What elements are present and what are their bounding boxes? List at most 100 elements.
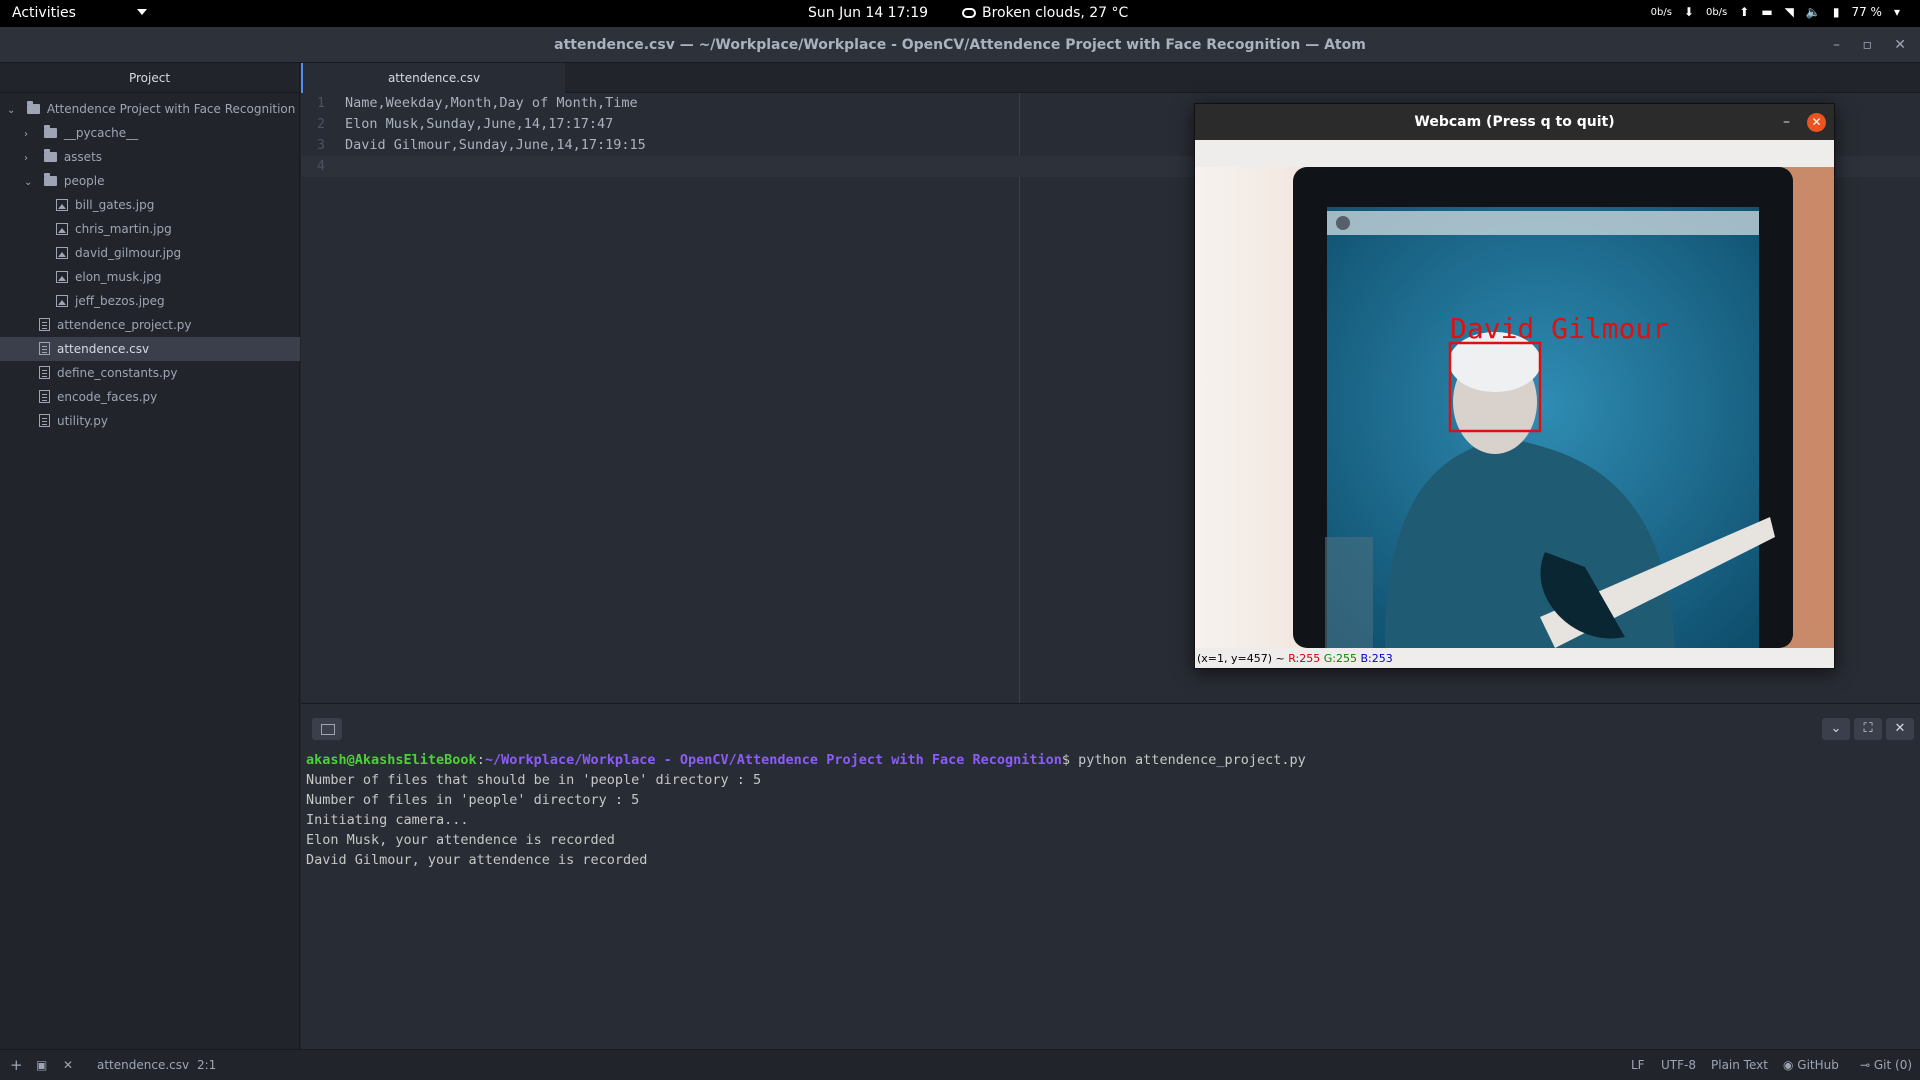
tree-item-label: people xyxy=(63,174,105,188)
prompt-colon: : xyxy=(476,752,485,768)
terminal-line: Number of files in 'people' directory : … xyxy=(306,792,640,808)
tab-bar: attendence.csv xyxy=(301,63,1920,93)
activities-button[interactable]: Activities xyxy=(12,5,76,21)
git-button[interactable]: ⊸ Git (0) xyxy=(1860,1050,1912,1080)
terminal-panel[interactable]: ⌄ ⛶ ✕ akash@AkashsEliteBook:~/Workplace/… xyxy=(301,703,1920,1049)
github-button[interactable]: ◉ GitHub xyxy=(1783,1050,1839,1080)
tree-item-david-gilmour[interactable]: david_gilmour.jpg xyxy=(0,241,300,265)
battery-icon[interactable]: ▮ xyxy=(1833,5,1840,19)
status-cursor-position[interactable]: 2:1 xyxy=(197,1050,216,1080)
pixel-green: G:255 xyxy=(1323,652,1357,665)
net-down-speed: 0b/s xyxy=(1650,6,1672,18)
pixel-position: (x=1, y=457) ~ xyxy=(1197,652,1285,665)
weather-label: Broken clouds, 27 °C xyxy=(982,5,1129,21)
line-number: 2 xyxy=(316,116,325,132)
webcam-image: David Gilmour xyxy=(1195,167,1834,648)
line-text: Name,Weekday,Month,Day of Month,Time xyxy=(345,95,638,111)
close-icon[interactable]: ✕ xyxy=(1894,27,1906,63)
terminal-output[interactable]: akash@AkashsEliteBook:~/Workplace/Workpl… xyxy=(306,750,1306,870)
terminal-prompt-line: akash@AkashsEliteBook:~/Workplace/Workpl… xyxy=(306,750,1306,770)
status-circle xyxy=(1336,216,1350,230)
tree-root-label: Attendence Project with Face Recognition xyxy=(46,102,296,116)
window-title: attendence.csv — ~/Workplace/Workplace -… xyxy=(554,37,1366,53)
tree-item-label: utility.py xyxy=(57,414,108,428)
webcam-toolbar xyxy=(1195,140,1834,167)
net-up-speed: 0b/s xyxy=(1705,6,1728,18)
image-file-icon xyxy=(56,199,68,211)
status-line-ending[interactable]: LF xyxy=(1631,1050,1645,1080)
volume-icon[interactable]: 🔈 xyxy=(1806,5,1821,19)
terminal-icon[interactable]: ▣ xyxy=(36,1050,47,1080)
tree-item-bill-gates[interactable]: bill_gates.jpg xyxy=(0,193,300,217)
minimize-icon[interactable]: – xyxy=(1783,104,1790,140)
text-file-icon xyxy=(39,390,50,403)
webcam-status-bar: (x=1, y=457) ~ R:255 G:255 B:253 xyxy=(1197,650,1393,668)
phone-status-bar xyxy=(1327,211,1759,235)
indicator-icon[interactable]: ▬ xyxy=(1761,5,1772,19)
wrap-guide xyxy=(1019,93,1020,703)
tree-item-attendence-project-py[interactable]: attendence_project.py xyxy=(0,313,300,337)
download-arrow-icon: ⬇ xyxy=(1683,5,1694,19)
system-menu-caret-icon[interactable]: ▾ xyxy=(1894,5,1900,19)
wifi-icon[interactable]: ◥ xyxy=(1785,5,1794,19)
webcam-title-bar[interactable]: Webcam (Press q to quit) – ✕ xyxy=(1195,104,1834,140)
terminal-toolbar: ⌄ ⛶ ✕ xyxy=(301,704,1920,750)
status-encoding[interactable]: UTF-8 xyxy=(1661,1050,1696,1080)
webcam-window[interactable]: Webcam (Press q to quit) – ✕ David Gilmo… xyxy=(1194,103,1835,669)
chevron-down-icon: ⌄ xyxy=(7,105,16,116)
maximize-icon[interactable]: ▫ xyxy=(1863,27,1873,63)
tree-item-people[interactable]: ⌄ people xyxy=(0,169,300,193)
text-file-icon xyxy=(39,342,50,355)
tree-item-label: chris_martin.jpg xyxy=(75,222,172,236)
status-file-name[interactable]: attendence.csv xyxy=(97,1050,189,1080)
system-tray[interactable]: 0b/s ⬇ 0b/s ⬆ ▬ ◥ 🔈 ▮ 77 % ▾ xyxy=(1651,5,1900,19)
tree-item-label: attendence.csv xyxy=(57,342,150,356)
tree-item-encode-faces[interactable]: encode_faces.py xyxy=(0,385,300,409)
pixel-blue: B:253 xyxy=(1360,652,1393,665)
webcam-frame[interactable]: David Gilmour xyxy=(1195,167,1834,648)
weather-indicator[interactable]: Broken clouds, 27 °C xyxy=(962,5,1128,21)
github-icon: ◉ xyxy=(1783,1058,1798,1072)
tree-root-folder[interactable]: ⌄ Attendence Project with Face Recogniti… xyxy=(0,97,300,121)
close-icon[interactable]: ✕ xyxy=(63,1050,73,1080)
tree-item-pycache[interactable]: › __pycache__ xyxy=(0,121,300,145)
system-top-bar: Activities Sun Jun 14 17:19 Broken cloud… xyxy=(0,0,1920,27)
tab-attendence-csv[interactable]: attendence.csv xyxy=(301,63,565,93)
tree-item-attendence-csv[interactable]: attendence.csv xyxy=(0,337,300,361)
tree-item-define-constants[interactable]: define_constants.py xyxy=(0,361,300,385)
minimize-icon[interactable]: – xyxy=(1833,27,1840,63)
app-menu-caret-icon[interactable] xyxy=(137,9,147,15)
tree-item-jeff-bezos[interactable]: jeff_bezos.jpeg xyxy=(0,289,300,313)
tree-item-label: define_constants.py xyxy=(57,366,178,380)
status-bar: + ▣ ✕ attendence.csv 2:1 LF UTF-8 Plain … xyxy=(0,1049,1920,1080)
tree-item-chris-martin[interactable]: chris_martin.jpg xyxy=(0,217,300,241)
add-icon[interactable]: + xyxy=(10,1050,23,1080)
tree-item-elon-musk[interactable]: elon_musk.jpg xyxy=(0,265,300,289)
tree-header: Project xyxy=(0,63,299,93)
text-file-icon xyxy=(39,414,50,427)
close-icon[interactable]: ✕ xyxy=(1886,718,1914,740)
text-file-icon xyxy=(39,318,50,331)
line-number: 4 xyxy=(316,158,325,174)
tree-item-label: encode_faces.py xyxy=(57,390,158,404)
prompt-path: ~/Workplace/Workplace - OpenCV/Attendenc… xyxy=(484,752,1062,768)
keyboard-icon[interactable] xyxy=(312,718,342,740)
tree-item-assets[interactable]: › assets xyxy=(0,145,300,169)
prompt-user: akash@AkashsEliteBook xyxy=(306,752,477,768)
tree-item-label: __pycache__ xyxy=(63,126,139,140)
maximize-icon[interactable]: ⛶ xyxy=(1854,718,1882,740)
line-number: 3 xyxy=(316,137,325,153)
cloud-icon xyxy=(962,8,976,18)
image-file-icon xyxy=(56,295,68,307)
folder-icon xyxy=(26,101,40,114)
terminal-line: David Gilmour, your attendence is record… xyxy=(306,852,648,868)
terminal-line: Number of files that should be in 'peopl… xyxy=(306,772,762,788)
folder-icon xyxy=(43,173,57,186)
clock[interactable]: Sun Jun 14 17:19 xyxy=(808,5,928,21)
close-icon[interactable]: ✕ xyxy=(1807,113,1826,132)
phone-edge-detail xyxy=(1325,537,1373,648)
tree-item-utility[interactable]: utility.py xyxy=(0,409,300,433)
terminal-line: Elon Musk, your attendence is recorded xyxy=(306,832,615,848)
chevron-down-icon[interactable]: ⌄ xyxy=(1822,718,1850,740)
status-grammar[interactable]: Plain Text xyxy=(1711,1050,1768,1080)
